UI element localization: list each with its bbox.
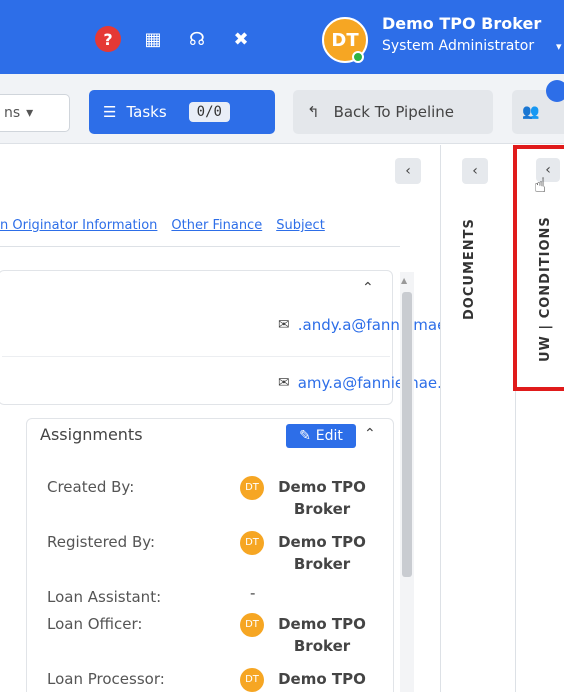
loan-assistant-label: Loan Assistant: (47, 588, 162, 606)
chevron-up-icon[interactable]: ⌃ (362, 280, 374, 296)
help-icon[interactable]: ? (95, 26, 121, 52)
scroll-up-arrow-icon[interactable]: ▲ (401, 276, 407, 285)
calendar-icon[interactable]: ▦ (140, 26, 166, 52)
user-name[interactable]: Demo TPO Broker (382, 14, 541, 33)
loan-processor-label: Loan Processor: (47, 670, 165, 688)
nav-link-other-finance[interactable]: Other Finance (171, 218, 262, 233)
avatar: DT (240, 531, 264, 555)
tasks-label: Tasks (126, 103, 167, 121)
actions-dropdown[interactable]: ns ▾ (0, 94, 70, 132)
pencil-icon: ✎ (299, 428, 311, 444)
chevron-down-icon: ▾ (26, 105, 34, 121)
chevron-up-icon[interactable]: ⌃ (364, 426, 376, 442)
documents-panel (440, 145, 516, 692)
notification-badge (546, 80, 564, 102)
back-arrow-icon: ↰ (307, 103, 320, 121)
registered-by-value: DT Demo TPO Broker (240, 531, 372, 575)
envelope-icon: ✉ (278, 375, 290, 391)
envelope-icon: ✉ (278, 317, 290, 333)
tasks-button[interactable]: ☰ Tasks 0/0 (89, 90, 275, 134)
back-to-pipeline-button[interactable]: ↰ Back To Pipeline (293, 90, 493, 134)
scrollbar-thumb[interactable] (402, 292, 412, 577)
back-to-pipeline-label: Back To Pipeline (333, 103, 455, 121)
edit-assignments-button[interactable]: ✎ Edit (286, 424, 356, 448)
nav-link-originator-information[interactable]: n Originator Information (0, 218, 157, 233)
section-nav: n Originator Information Other Finance S… (0, 218, 325, 233)
loan-processor-value: DT Demo TPO (240, 668, 372, 692)
chevron-down-icon[interactable]: ▾ (556, 40, 562, 53)
user-role[interactable]: System Administrator (382, 38, 534, 54)
registered-by-label: Registered By: (47, 533, 156, 551)
top-header-bar (0, 0, 564, 74)
divider (2, 356, 390, 357)
loan-officer-value: DT Demo TPO Broker (240, 613, 372, 657)
expand-icon[interactable]: ✖ (228, 26, 254, 52)
edit-label: Edit (315, 428, 343, 444)
online-status-dot (352, 51, 364, 63)
avatar: DT (240, 613, 264, 637)
avatar: DT (240, 476, 264, 500)
list-icon: ☰ (103, 103, 117, 121)
documents-tab-label[interactable]: DOCUMENTS (462, 218, 477, 320)
actions-label: ns (4, 105, 21, 121)
hand-cursor-icon: ☝ (534, 173, 547, 197)
divider (0, 246, 400, 247)
avatar: DT (240, 668, 264, 692)
loan-officer-label: Loan Officer: (47, 615, 143, 633)
users-icon: 👥 (522, 104, 540, 120)
nav-link-subject[interactable]: Subject (276, 218, 325, 233)
expand-documents-button[interactable]: ‹ (462, 158, 488, 184)
created-by-value: DT Demo TPO Broker (240, 476, 372, 520)
support-icon[interactable]: ☊ (184, 26, 210, 52)
collapse-panel-button[interactable]: ‹ (395, 158, 421, 184)
created-by-label: Created By: (47, 478, 135, 496)
assignments-title: Assignments (40, 425, 143, 444)
tasks-count-badge: 0/0 (188, 102, 230, 122)
loan-assistant-value: - (250, 584, 256, 602)
